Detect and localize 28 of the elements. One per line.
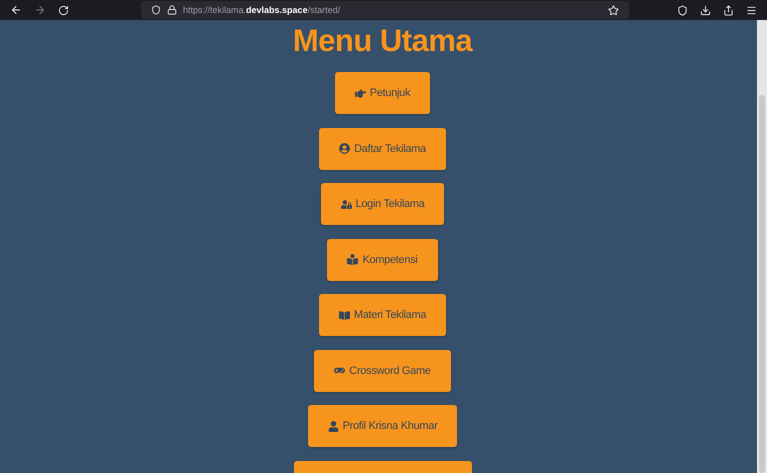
reload-icon[interactable] xyxy=(58,4,69,16)
address-bar[interactable]: https://tekilama.devlabs.space/started/ xyxy=(141,1,629,19)
download-icon[interactable] xyxy=(700,4,711,16)
shield-icon[interactable] xyxy=(677,4,688,16)
back-icon[interactable] xyxy=(10,4,22,16)
bookmark-star-icon[interactable] xyxy=(608,4,619,16)
url-text: https://tekilama.devlabs.space/started/ xyxy=(183,5,342,15)
menu-button[interactable]: Kompetensi xyxy=(327,238,438,280)
scrollbar-thumb[interactable] xyxy=(759,95,765,473)
pointing-hand-icon xyxy=(354,88,366,98)
gamepad-icon xyxy=(334,365,346,376)
book-icon xyxy=(338,310,350,320)
menu-icon[interactable] xyxy=(746,4,757,16)
shield-icon xyxy=(151,5,161,15)
share-icon[interactable] xyxy=(723,4,734,16)
menu-button[interactable]: Profil Krisna Khumar xyxy=(308,405,458,447)
forward-icon[interactable] xyxy=(34,4,46,16)
lock-icon xyxy=(167,5,177,15)
page-title: Menu Utama xyxy=(292,22,472,60)
scrollbar[interactable] xyxy=(757,20,767,473)
reader-icon xyxy=(347,254,358,265)
menu-button[interactable]: Crossword Game xyxy=(314,350,451,392)
user-icon xyxy=(328,420,339,432)
menu-button[interactable]: Petunjuk xyxy=(334,72,430,114)
menu-button[interactable]: Login Tekilama xyxy=(320,183,444,225)
menu-button[interactable]: Daftar Tekilama xyxy=(319,128,446,170)
menu-button[interactable]: Materi Tekilama xyxy=(318,294,446,336)
user-lock-icon xyxy=(340,198,352,210)
